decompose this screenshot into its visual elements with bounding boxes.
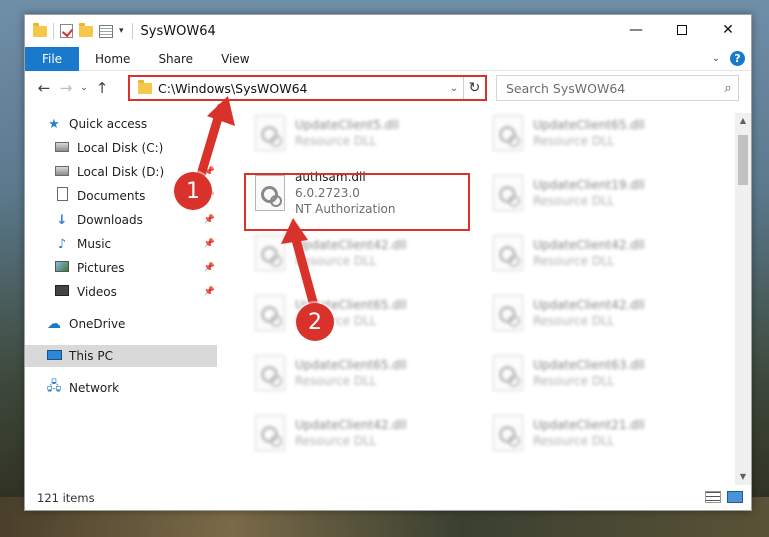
annotation-arrows bbox=[195, 96, 318, 307]
step-2-badge: 2 bbox=[296, 303, 334, 341]
arrowhead-2 bbox=[281, 218, 308, 244]
arrow-2 bbox=[290, 231, 318, 307]
step-1-badge: 1 bbox=[174, 172, 212, 210]
